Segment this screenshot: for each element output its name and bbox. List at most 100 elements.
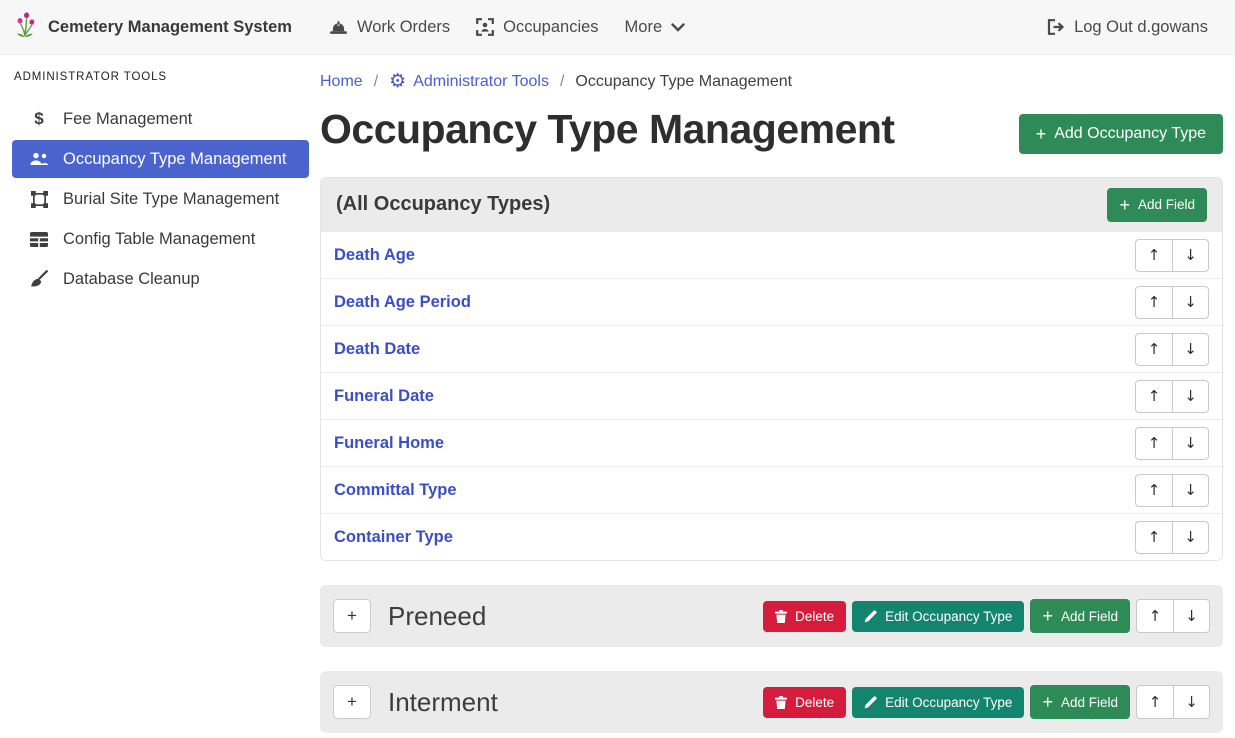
logout-label: Log Out d.gowans	[1074, 18, 1208, 37]
sidebar-item-fee-management[interactable]: $ Fee Management	[12, 100, 309, 138]
field-row: Funeral Date ↑ ↓	[321, 372, 1222, 419]
sidebar-item-config-table-management[interactable]: Config Table Management	[12, 220, 309, 258]
move-up-button[interactable]: ↑	[1135, 239, 1172, 272]
nav-work-orders[interactable]: Work Orders	[316, 10, 463, 45]
reorder-buttons: ↑ ↓	[1135, 427, 1209, 460]
reorder-buttons: ↑ ↓	[1135, 286, 1209, 319]
app-brand[interactable]: Cemetery Management System	[14, 11, 292, 43]
add-occupancy-type-button[interactable]: + Add Occupancy Type	[1019, 114, 1223, 154]
edit-occupancy-type-label: Edit Occupancy Type	[885, 609, 1012, 624]
delete-label: Delete	[795, 695, 834, 710]
plus-icon: +	[1042, 693, 1053, 711]
move-down-button[interactable]: ↓	[1173, 599, 1210, 633]
move-down-button[interactable]: ↓	[1172, 239, 1209, 272]
section-actions: Delete Edit Occupancy Type + Add Field ↑	[763, 685, 1210, 719]
breadcrumb: Home / ⚙ Administrator Tools / Occupancy…	[320, 72, 1223, 91]
sidebar: ADMINISTRATOR TOOLS $ Fee Management Occ…	[0, 55, 320, 738]
reorder-buttons: ↑ ↓	[1136, 685, 1210, 719]
plus-icon: +	[1119, 196, 1130, 214]
breadcrumb-separator: /	[560, 73, 564, 91]
move-down-button[interactable]: ↓	[1172, 286, 1209, 319]
section-actions: Delete Edit Occupancy Type + Add Field ↑	[763, 599, 1210, 633]
add-field-button[interactable]: + Add Field	[1030, 685, 1130, 719]
field-link-container-type[interactable]: Container Type	[334, 528, 453, 547]
breadcrumb-admin-tools-label: Administrator Tools	[413, 73, 549, 91]
all-occupancy-types-card: (All Occupancy Types) + Add Field Death …	[320, 177, 1223, 561]
move-down-button[interactable]: ↓	[1172, 380, 1209, 413]
add-field-button[interactable]: + Add Field	[1030, 599, 1130, 633]
nav-occupancies[interactable]: Occupancies	[463, 10, 611, 45]
sidebar-item-label: Occupancy Type Management	[63, 150, 287, 169]
main-content: Home / ⚙ Administrator Tools / Occupancy…	[320, 55, 1235, 738]
delete-button[interactable]: Delete	[763, 601, 846, 632]
move-down-button[interactable]: ↓	[1172, 333, 1209, 366]
move-up-button[interactable]: ↑	[1135, 380, 1172, 413]
logout-button[interactable]: Log Out d.gowans	[1034, 10, 1221, 45]
card-title: (All Occupancy Types)	[336, 193, 550, 216]
move-up-button[interactable]: ↑	[1136, 599, 1173, 633]
expand-button[interactable]: +	[333, 685, 371, 719]
edit-occupancy-type-button[interactable]: Edit Occupancy Type	[852, 687, 1024, 718]
vector-square-icon	[28, 191, 50, 208]
move-up-button[interactable]: ↑	[1135, 474, 1172, 507]
sidebar-item-burial-site-type-management[interactable]: Burial Site Type Management	[12, 180, 309, 218]
field-link-death-age-period[interactable]: Death Age Period	[334, 293, 471, 312]
breadcrumb-admin-tools-link[interactable]: ⚙ Administrator Tools	[389, 72, 549, 91]
broom-icon	[28, 270, 50, 288]
sidebar-item-database-cleanup[interactable]: Database Cleanup	[12, 260, 309, 298]
field-row: Committal Type ↑ ↓	[321, 466, 1222, 513]
move-up-button[interactable]: ↑	[1135, 333, 1172, 366]
edit-occupancy-type-button[interactable]: Edit Occupancy Type	[852, 601, 1024, 632]
field-row: Death Age ↑ ↓	[321, 231, 1222, 278]
dollar-sign-icon: $	[28, 109, 50, 129]
trash-icon	[775, 696, 787, 709]
reorder-buttons: ↑ ↓	[1135, 380, 1209, 413]
sidebar-item-label: Database Cleanup	[63, 270, 200, 289]
expand-button[interactable]: +	[333, 599, 371, 633]
delete-label: Delete	[795, 609, 834, 624]
reorder-buttons: ↑ ↓	[1135, 333, 1209, 366]
move-down-button[interactable]: ↓	[1172, 521, 1209, 554]
field-link-committal-type[interactable]: Committal Type	[334, 481, 457, 500]
reorder-buttons: ↑ ↓	[1135, 521, 1209, 554]
breadcrumb-home-link[interactable]: Home	[320, 73, 363, 91]
tulip-logo-icon	[14, 11, 38, 43]
move-down-button[interactable]: ↓	[1173, 685, 1210, 719]
breadcrumb-home-label: Home	[320, 73, 363, 91]
sidebar-item-label: Burial Site Type Management	[63, 190, 279, 209]
field-row: Death Age Period ↑ ↓	[321, 278, 1222, 325]
field-link-death-date[interactable]: Death Date	[334, 340, 420, 359]
add-field-label: Add Field	[1138, 197, 1195, 212]
add-field-button[interactable]: + Add Field	[1107, 188, 1207, 222]
field-link-death-age[interactable]: Death Age	[334, 246, 415, 265]
sidebar-item-occupancy-type-management[interactable]: Occupancy Type Management	[12, 140, 309, 178]
frame-user-icon	[476, 18, 494, 36]
all-occupancy-types-header: (All Occupancy Types) + Add Field	[321, 178, 1222, 231]
move-down-button[interactable]: ↓	[1172, 474, 1209, 507]
top-navbar: Cemetery Management System Work Orders O…	[0, 0, 1235, 55]
section-title: Preneed	[388, 601, 486, 632]
field-link-funeral-date[interactable]: Funeral Date	[334, 387, 434, 406]
occupancy-type-section-preneed: + Preneed Delete	[320, 585, 1223, 647]
reorder-buttons: ↑ ↓	[1135, 239, 1209, 272]
nav-more[interactable]: More	[612, 10, 699, 45]
sidebar-item-label: Fee Management	[63, 110, 192, 129]
move-up-button[interactable]: ↑	[1135, 521, 1172, 554]
move-up-button[interactable]: ↑	[1136, 685, 1173, 719]
page-title: Occupancy Type Management	[320, 106, 895, 153]
move-up-button[interactable]: ↑	[1135, 286, 1172, 319]
field-link-funeral-home[interactable]: Funeral Home	[334, 434, 444, 453]
delete-button[interactable]: Delete	[763, 687, 846, 718]
nav-occupancies-label: Occupancies	[503, 18, 598, 37]
sidebar-item-label: Config Table Management	[63, 230, 255, 249]
sidebar-heading: ADMINISTRATOR TOOLS	[14, 71, 309, 83]
sign-out-icon	[1047, 19, 1065, 35]
move-up-button[interactable]: ↑	[1135, 427, 1172, 460]
chevron-down-icon	[671, 23, 685, 32]
breadcrumb-current-page: Occupancy Type Management	[575, 73, 792, 91]
move-down-button[interactable]: ↓	[1172, 427, 1209, 460]
app-title: Cemetery Management System	[48, 18, 292, 37]
table-icon	[28, 232, 50, 247]
reorder-buttons: ↑ ↓	[1136, 599, 1210, 633]
users-icon	[28, 152, 50, 166]
